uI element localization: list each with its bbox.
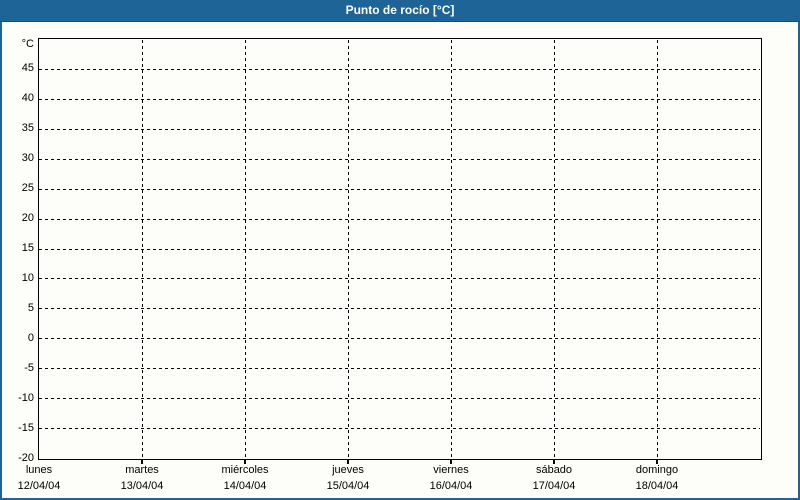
x-day-label: viernes — [433, 464, 469, 476]
x-date-label: 16/04/04 — [429, 480, 473, 492]
x-gridline — [553, 39, 555, 459]
y-gridline — [39, 158, 760, 160]
y-gridline — [39, 68, 760, 70]
x-date-label: 13/04/04 — [120, 480, 164, 492]
y-axis-unit-label: °C — [21, 37, 34, 50]
y-gridline — [39, 98, 760, 100]
x-day-label: martes — [125, 464, 159, 476]
x-gridline — [656, 39, 658, 459]
x-date-label: 17/04/04 — [532, 480, 576, 492]
x-gridline — [450, 39, 452, 459]
y-gridline — [39, 128, 760, 130]
y-tick-label: 40 — [21, 92, 34, 105]
x-day-label: domingo — [635, 464, 679, 476]
y-tick-label: 0 — [27, 331, 34, 344]
y-gridline — [39, 218, 760, 220]
y-tick-label: 35 — [21, 122, 34, 135]
y-tick-label: 30 — [21, 152, 34, 165]
x-day-label: lunes — [25, 464, 53, 476]
x-gridline — [347, 39, 349, 459]
y-tick-label: -5 — [24, 361, 34, 374]
y-gridline — [39, 188, 760, 190]
y-tick-label: 45 — [21, 62, 34, 75]
y-gridline — [39, 338, 760, 340]
y-gridline — [39, 278, 760, 280]
y-tick-label: 25 — [21, 182, 34, 195]
y-tick-label: 5 — [27, 301, 34, 314]
window-title: Punto de rocío [°C] — [345, 3, 455, 17]
y-gridline — [39, 308, 760, 310]
y-gridline — [39, 248, 760, 250]
x-axis-tick — [553, 459, 555, 464]
chart-window: Punto de rocío [°C] 45 40 35 30 25 20 15 10 5 0 -5… — [0, 0, 800, 500]
x-axis-tick — [347, 459, 349, 464]
y-tick-label: -10 — [18, 391, 34, 404]
chart-region: 45 40 35 30 25 20 15 10 5 0 -5 -10 -15 -20 °C lunes 12/0… — [0, 0, 800, 500]
x-date-label: 14/04/04 — [223, 480, 267, 492]
x-date-label: 18/04/04 — [635, 480, 679, 492]
y-tick-label: 10 — [21, 271, 34, 284]
x-axis-tick — [656, 459, 658, 464]
x-date-label: 15/04/04 — [326, 480, 370, 492]
y-gridline — [39, 368, 760, 370]
x-axis-tick — [141, 459, 143, 464]
x-day-label: jueves — [332, 464, 364, 476]
y-gridline — [39, 398, 760, 400]
x-gridline — [141, 39, 143, 459]
x-axis-tick — [450, 459, 452, 464]
y-tick-label: -15 — [18, 421, 34, 434]
y-gridline — [39, 428, 760, 430]
x-axis-tick — [244, 459, 246, 464]
x-gridline — [244, 39, 246, 459]
y-tick-label: -20 — [18, 451, 34, 464]
window-titlebar: Punto de rocío [°C] — [0, 0, 800, 22]
x-day-label: miércoles — [221, 464, 269, 476]
y-tick-label: 20 — [21, 212, 34, 225]
x-day-label: sábado — [535, 464, 573, 476]
x-date-label: 12/04/04 — [17, 480, 61, 492]
y-tick-label: 15 — [21, 242, 34, 254]
